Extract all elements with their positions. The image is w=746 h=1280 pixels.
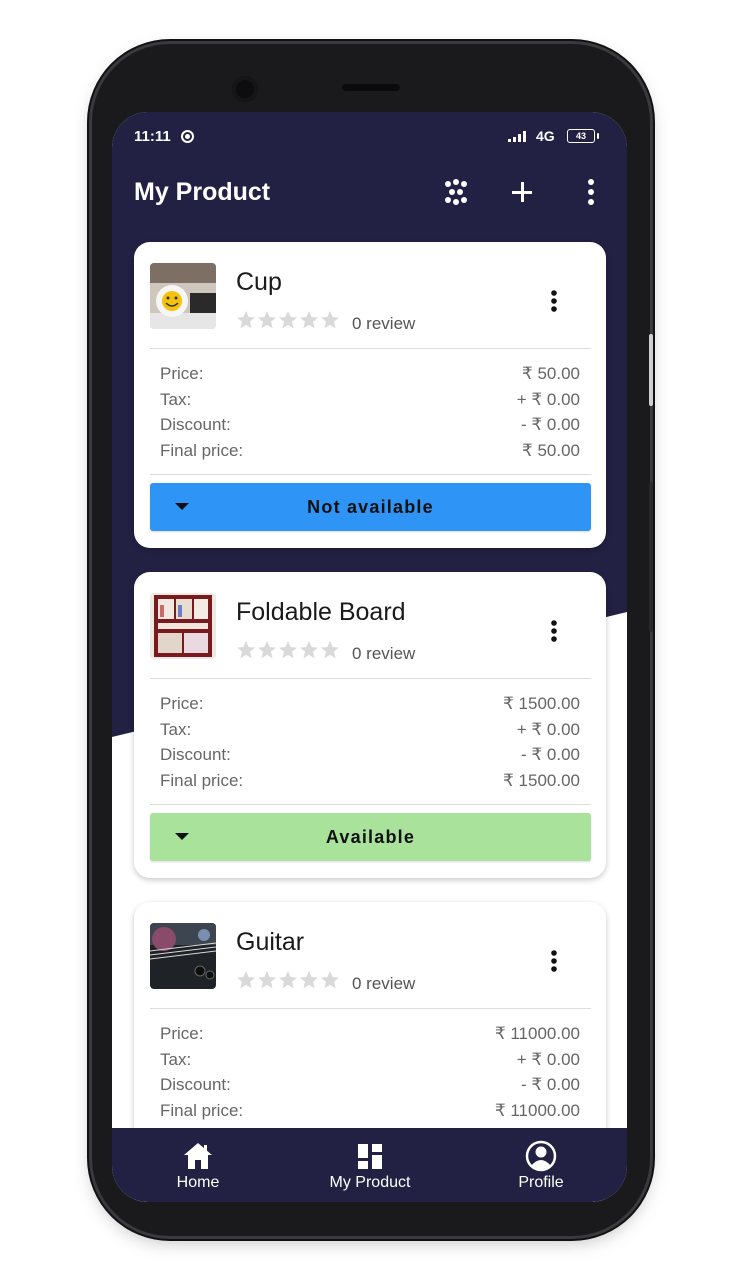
price-value: ₹ 1500.00 — [503, 694, 580, 713]
price-row: Price: ₹ 1500.00 — [160, 694, 580, 718]
card-menu-icon[interactable] — [540, 286, 568, 316]
discount-value: - ₹ 0.00 — [520, 415, 580, 434]
discount-label: Discount: — [160, 1075, 231, 1094]
add-icon[interactable] — [504, 174, 540, 210]
page-title: My Product — [134, 178, 271, 206]
product-card-cup[interactable]: Cup 0 review Price: ₹ 50.00 Tax: + ₹ 0.0… — [134, 242, 606, 548]
nav-item-profile[interactable]: Profile — [476, 1128, 606, 1202]
card-menu-icon[interactable] — [540, 616, 568, 646]
final-price-label: Final price: — [160, 1101, 244, 1120]
availability-dropdown[interactable]: Not available — [150, 483, 591, 531]
app-bar: My Product — [112, 160, 627, 224]
battery-icon: 43 — [567, 129, 599, 143]
tax-row: Tax: + ₹ 0.00 — [160, 720, 580, 744]
review-count: 0 review — [352, 974, 416, 993]
final-price-value: ₹ 50.00 — [521, 441, 580, 460]
divider — [150, 348, 591, 349]
final-price-row: Final price: ₹ 1500.00 — [160, 771, 580, 795]
price-value: ₹ 11000.00 — [494, 1024, 580, 1043]
discount-value: - ₹ 0.00 — [520, 745, 580, 764]
tax-label: Tax: — [160, 390, 192, 409]
price-row: Price: ₹ 50.00 — [160, 364, 580, 388]
final-price-value: ₹ 11000.00 — [494, 1101, 580, 1120]
app-screen: 11:11 4G 43 My Product Cup 0 review Pric… — [112, 112, 627, 1202]
tax-label: Tax: — [160, 1050, 192, 1069]
product-image-cup — [150, 263, 216, 329]
tax-value: + ₹ 0.00 — [516, 390, 580, 409]
rating-stars-icon — [237, 311, 339, 329]
more-vert-icon[interactable] — [573, 174, 609, 210]
discount-row: Discount: - ₹ 0.00 — [160, 415, 580, 439]
front-camera — [232, 76, 258, 102]
divider — [150, 804, 591, 805]
nav-item-my-product[interactable]: My Product — [305, 1128, 435, 1202]
divider — [150, 678, 591, 679]
final-price-label: Final price: — [160, 441, 244, 460]
power-button — [649, 482, 653, 632]
price-value: ₹ 50.00 — [521, 364, 580, 383]
profile-icon — [525, 1140, 557, 1172]
notification-icon — [181, 130, 194, 143]
divider — [150, 474, 591, 475]
product-name: Foldable Board — [236, 598, 406, 626]
phone-frame: 11:11 4G 43 My Product Cup 0 review Pric… — [92, 44, 653, 1236]
tax-value: + ₹ 0.00 — [516, 720, 580, 739]
discount-row: Discount: - ₹ 0.00 — [160, 1075, 580, 1099]
price-label: Price: — [160, 364, 204, 383]
final-price-row: Final price: ₹ 50.00 — [160, 441, 580, 465]
product-card-foldable-board[interactable]: Foldable Board 0 review Price: ₹ 1500.00… — [134, 572, 606, 878]
review-count: 0 review — [352, 644, 416, 663]
price-label: Price: — [160, 1024, 204, 1043]
final-price-value: ₹ 1500.00 — [503, 771, 580, 790]
tax-value: + ₹ 0.00 — [516, 1050, 580, 1069]
rating-stars-icon — [237, 641, 339, 659]
scan-icon[interactable] — [438, 174, 474, 210]
price-row: Price: ₹ 11000.00 — [160, 1024, 580, 1048]
review-count: 0 review — [352, 314, 416, 333]
divider — [150, 1008, 591, 1009]
availability-label: Not available — [307, 497, 434, 517]
tax-row: Tax: + ₹ 0.00 — [160, 1050, 580, 1074]
product-name: Cup — [236, 268, 282, 296]
availability-dropdown[interactable]: Available — [150, 813, 591, 861]
availability-label: Available — [325, 827, 416, 847]
tax-row: Tax: + ₹ 0.00 — [160, 390, 580, 414]
card-menu-icon[interactable] — [540, 946, 568, 976]
network-type: 4G — [536, 128, 555, 144]
dashboard-icon — [358, 1144, 382, 1169]
discount-label: Discount: — [160, 415, 231, 434]
product-image-foldable-board — [150, 593, 216, 659]
volume-button — [649, 334, 653, 406]
product-name: Guitar — [236, 928, 305, 956]
discount-row: Discount: - ₹ 0.00 — [160, 745, 580, 769]
nav-label-home: Home — [176, 1174, 220, 1191]
signal-icon — [508, 129, 530, 147]
tax-label: Tax: — [160, 720, 192, 739]
bottom-navigation: Home My Product Profile — [112, 1128, 627, 1202]
final-price-label: Final price: — [160, 771, 244, 790]
status-bar: 11:11 4G 43 — [112, 112, 627, 160]
price-label: Price: — [160, 694, 204, 713]
nav-label-profile: Profile — [518, 1174, 564, 1191]
nav-label-my-product: My Product — [329, 1174, 411, 1191]
discount-label: Discount: — [160, 745, 231, 764]
discount-value: - ₹ 0.00 — [520, 1075, 580, 1094]
earpiece-speaker — [342, 84, 400, 91]
nav-item-home[interactable]: Home — [133, 1128, 263, 1202]
final-price-row: Final price: ₹ 11000.00 — [160, 1101, 580, 1125]
product-image-guitar — [150, 923, 216, 989]
home-icon — [184, 1143, 212, 1169]
rating-stars-icon — [237, 971, 339, 989]
status-time: 11:11 — [134, 128, 171, 145]
